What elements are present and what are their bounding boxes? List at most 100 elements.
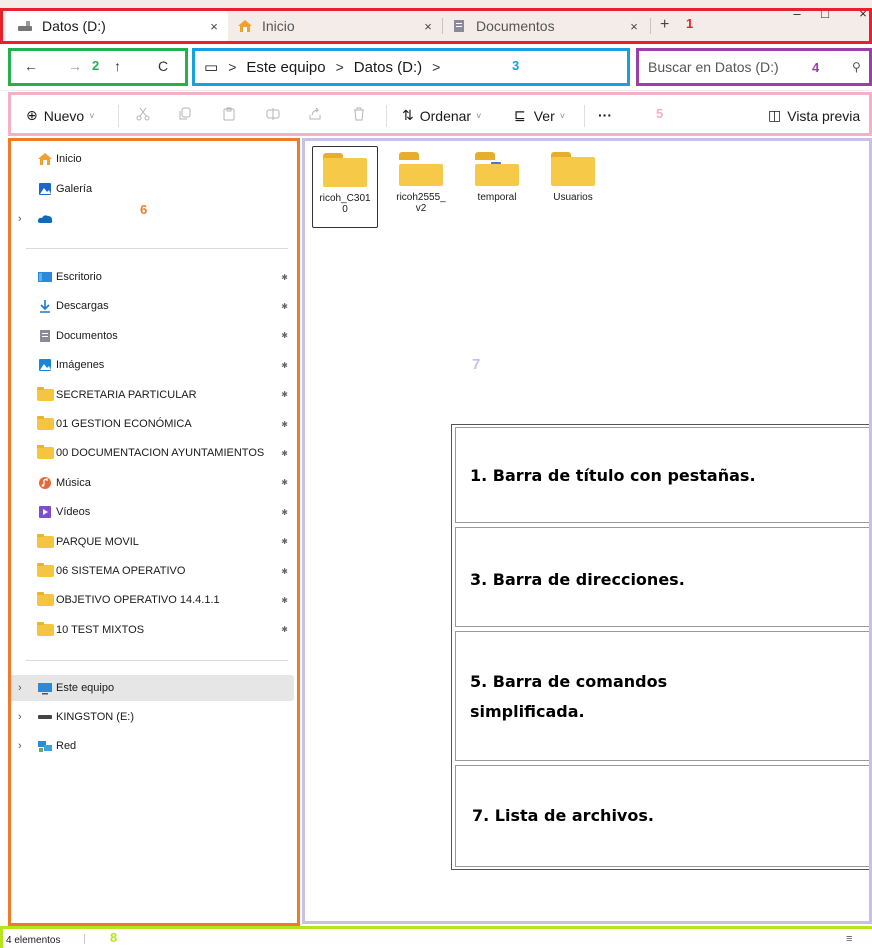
file-name-cont: 0 bbox=[342, 204, 348, 215]
chevron-right-icon[interactable]: > bbox=[228, 59, 236, 75]
sidebar-item-música[interactable]: Música ✱ bbox=[10, 470, 294, 496]
address-bar[interactable]: ▭ > Este equipo > Datos (D:) > bbox=[194, 50, 632, 84]
pin-icon[interactable]: ✱ bbox=[281, 478, 288, 487]
desktop-icon bbox=[36, 270, 54, 284]
sidebar-item-documentos[interactable]: Documentos ✱ bbox=[10, 323, 294, 349]
sidebar-item-escritorio[interactable]: Escritorio ✱ bbox=[10, 264, 294, 290]
new-tab-button[interactable]: + bbox=[660, 16, 669, 34]
file-name-cont: v2 bbox=[415, 203, 427, 214]
folder-icon bbox=[36, 592, 54, 607]
chevron-right-icon[interactable]: › bbox=[18, 740, 22, 752]
chevron-right-icon[interactable]: > bbox=[336, 59, 344, 75]
pin-icon[interactable]: ✱ bbox=[281, 273, 288, 282]
tab-inicio[interactable]: Inicio × bbox=[230, 8, 442, 44]
maximize-button[interactable]: □ bbox=[810, 6, 840, 21]
folder-icon bbox=[551, 152, 595, 186]
sidebar-item-onedrive-icon[interactable]: › bbox=[10, 206, 294, 232]
preview-button[interactable]: ◫ Vista previa bbox=[768, 107, 860, 124]
pin-icon[interactable]: ✱ bbox=[281, 537, 288, 546]
pin-icon[interactable]: ✱ bbox=[281, 302, 288, 311]
rename-icon bbox=[266, 108, 280, 120]
pin-icon[interactable]: ✱ bbox=[281, 567, 288, 576]
close-window-button[interactable]: × bbox=[848, 6, 872, 21]
forward-button[interactable]: → bbox=[68, 58, 82, 74]
sidebar-item-secretaria-particular[interactable]: SECRETARIA PARTICULAR ✱ bbox=[10, 382, 294, 408]
file-item[interactable]: ricoh2555_ v2 bbox=[388, 146, 454, 228]
legend-row: 7. Lista de archivos. bbox=[455, 765, 872, 867]
pin-icon[interactable]: ✱ bbox=[281, 596, 288, 605]
scissors-icon bbox=[136, 107, 150, 121]
copy-icon bbox=[179, 107, 191, 120]
chevron-right-icon[interactable]: › bbox=[18, 682, 22, 694]
file-item[interactable]: ricoh_C301 0 bbox=[312, 146, 378, 228]
sidebar-item-vídeos[interactable]: Vídeos ✱ bbox=[10, 499, 294, 525]
delete-button[interactable] bbox=[352, 107, 366, 121]
sidebar-item-label: Música bbox=[56, 476, 91, 489]
pin-icon[interactable]: ✱ bbox=[281, 625, 288, 634]
pin-icon[interactable]: ✱ bbox=[281, 390, 288, 399]
sidebar-item-galería[interactable]: Galería bbox=[10, 176, 294, 202]
close-tab-button[interactable]: × bbox=[620, 19, 648, 34]
rename-button[interactable] bbox=[266, 107, 280, 121]
sidebar-item-parque-movil[interactable]: PARQUE MOVIL ✱ bbox=[10, 529, 294, 555]
sidebar-item-label: Este equipo bbox=[56, 682, 115, 694]
share-button[interactable] bbox=[308, 107, 322, 121]
annotation-number: 2 bbox=[92, 58, 100, 73]
download-icon bbox=[36, 299, 54, 314]
sidebar-item-kingston-e-[interactable]: › KINGSTON (E:) bbox=[10, 704, 294, 730]
up-button[interactable]: ↑ bbox=[114, 58, 121, 74]
sidebar-item-este-equipo[interactable]: › Este equipo bbox=[10, 675, 294, 701]
legend-row: 1. Barra de título con pestañas. bbox=[455, 427, 872, 523]
search-input[interactable]: Buscar en Datos (D:) ⚲ bbox=[638, 50, 872, 84]
pin-icon[interactable]: ✱ bbox=[281, 331, 288, 340]
sort-button[interactable]: ⇅ Ordenar ˅ bbox=[402, 107, 481, 124]
sidebar-item-descargas[interactable]: Descargas ✱ bbox=[10, 293, 294, 319]
sidebar-item-00-documentacion-ayuntamientos[interactable]: 00 DOCUMENTACION AYUNTAMIENTOS ✱ bbox=[10, 440, 294, 466]
copy-button[interactable] bbox=[178, 107, 192, 121]
cut-button[interactable] bbox=[136, 107, 150, 121]
sidebar-item-red[interactable]: › Red bbox=[10, 733, 294, 759]
chevron-right-icon[interactable]: › bbox=[18, 213, 22, 225]
tab-datos-d[interactable]: Datos (D:) × bbox=[6, 8, 228, 44]
legend-row: 5. Barra de comandos simplificada. bbox=[455, 631, 872, 761]
sidebar-item-06-sistema-operativo[interactable]: 06 SISTEMA OPERATIVO ✱ bbox=[10, 558, 294, 584]
file-item[interactable]: temporal bbox=[464, 146, 530, 228]
sidebar-item-10-test-mixtos[interactable]: 10 TEST MIXTOS ✱ bbox=[10, 617, 294, 643]
sidebar-item-01-gestion-económica[interactable]: 01 GESTION ECONÓMICA ✱ bbox=[10, 411, 294, 437]
pin-icon[interactable]: ✱ bbox=[281, 361, 288, 370]
folder-icon bbox=[36, 621, 54, 637]
close-tab-button[interactable]: × bbox=[414, 19, 442, 34]
gallery-icon bbox=[36, 182, 54, 196]
sidebar-item-label: SECRETARIA PARTICULAR bbox=[56, 388, 197, 401]
legend-row: 3. Barra de direcciones. bbox=[455, 527, 872, 627]
folder-icon bbox=[475, 152, 519, 186]
sidebar-item-imágenes[interactable]: Imágenes ✱ bbox=[10, 352, 294, 378]
file-item[interactable]: Usuarios bbox=[540, 146, 606, 228]
refresh-button[interactable]: C bbox=[158, 58, 168, 74]
annotation-number: 7 bbox=[472, 356, 481, 373]
pin-icon[interactable]: ✱ bbox=[281, 449, 288, 458]
file-name: Usuarios bbox=[553, 192, 593, 203]
view-button[interactable]: ⊑ Ver ˅ bbox=[514, 107, 565, 124]
sidebar-item-inicio[interactable]: Inicio bbox=[10, 146, 294, 172]
sidebar-item-label: Red bbox=[56, 740, 77, 752]
pin-icon[interactable]: ✱ bbox=[281, 420, 288, 429]
more-options-button[interactable]: ··· bbox=[598, 107, 612, 123]
new-button[interactable]: ⊕ Nuevo ˅ bbox=[26, 107, 94, 124]
pin-icon[interactable]: ✱ bbox=[281, 508, 288, 517]
sidebar-item-label: Galería bbox=[56, 183, 93, 195]
minimize-button[interactable]: – bbox=[782, 6, 812, 21]
back-button[interactable]: ← bbox=[24, 58, 38, 74]
breadcrumb-este-equipo[interactable]: Este equipo bbox=[246, 59, 325, 76]
chevron-right-icon[interactable]: › bbox=[18, 711, 22, 723]
close-tab-button[interactable]: × bbox=[200, 19, 228, 34]
paste-button[interactable] bbox=[222, 107, 236, 121]
details-view-icon[interactable]: ≡ bbox=[846, 933, 852, 945]
tab-documentos[interactable]: Documentos × bbox=[446, 8, 648, 44]
computer-icon bbox=[36, 681, 54, 695]
breadcrumb-datos-d[interactable]: Datos (D:) bbox=[354, 59, 422, 76]
file-name: ricoh_C301 bbox=[319, 193, 371, 204]
sidebar-item-label: 10 TEST MIXTOS bbox=[56, 623, 145, 636]
chevron-right-icon[interactable]: > bbox=[432, 59, 440, 75]
sidebar-item-objetivo-operativo-14-4-1-1[interactable]: OBJETIVO OPERATIVO 14.4.1.1 ✱ bbox=[10, 587, 294, 613]
